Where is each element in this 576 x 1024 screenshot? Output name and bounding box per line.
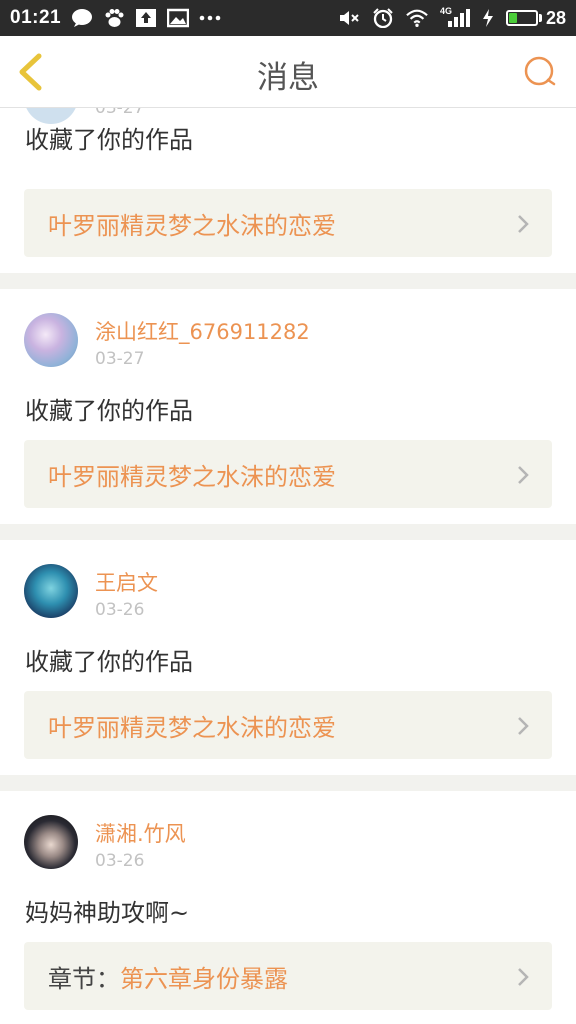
battery-icon: [505, 10, 538, 26]
message-list: 03-27 收藏了你的作品 叶罗丽精灵梦之水沫的恋爱 涂山红红_67691128…: [0, 108, 576, 1024]
message-date: 03-27: [95, 349, 145, 369]
signal-4g-icon: 4G: [439, 6, 470, 28]
charging-icon: [482, 8, 494, 28]
divider: [0, 273, 576, 289]
username[interactable]: 潇湘.竹风: [95, 818, 186, 848]
mute-icon: [338, 8, 360, 28]
work-title: 第六章身份暴露: [120, 964, 288, 993]
image-notification-icon: [167, 8, 190, 28]
upload-notification-icon: [135, 8, 157, 28]
avatar[interactable]: [24, 313, 78, 367]
work-prefix: 章节：: [48, 964, 120, 993]
search-button[interactable]: [522, 54, 558, 90]
alarm-icon: [372, 8, 394, 28]
message-date: 03-26: [95, 851, 145, 871]
divider: [0, 775, 576, 791]
work-link[interactable]: 叶罗丽精灵梦之水沫的恋爱: [24, 691, 552, 759]
work-title: 叶罗丽精灵梦之水沫的恋爱: [48, 462, 336, 491]
message-item: 涂山红红_676911282 03-27 收藏了你的作品 叶罗丽精灵梦之水沫的恋…: [0, 289, 576, 524]
chevron-right-icon: [518, 215, 529, 233]
chevron-right-icon: [518, 968, 529, 986]
work-title: 叶罗丽精灵梦之水沫的恋爱: [48, 713, 336, 742]
status-time: 01:21: [10, 7, 62, 28]
wifi-icon: [406, 8, 428, 28]
username[interactable]: 王启文: [95, 567, 158, 597]
work-title: 叶罗丽精灵梦之水沫的恋爱: [48, 211, 336, 240]
work-link[interactable]: 叶罗丽精灵梦之水沫的恋爱: [24, 440, 552, 508]
message-item: 03-27 收藏了你的作品 叶罗丽精灵梦之水沫的恋爱: [0, 108, 576, 273]
message-text: 妈妈神助攻啊~: [25, 899, 190, 927]
avatar[interactable]: [24, 815, 78, 869]
network-type: 4G: [439, 6, 452, 16]
message-item: 潇湘.竹风 03-26 妈妈神助攻啊~ 章节： 第六章身份暴露: [0, 791, 576, 1024]
username[interactable]: 涂山红红_676911282: [95, 316, 310, 346]
status-bar: 01:21 4G 28: [0, 0, 576, 36]
search-icon: [524, 56, 556, 86]
battery-indicator: 28: [505, 7, 566, 29]
message-text: 收藏了你的作品: [25, 648, 193, 676]
work-link[interactable]: 章节： 第六章身份暴露: [24, 942, 552, 1010]
work-link[interactable]: 叶罗丽精灵梦之水沫的恋爱: [24, 189, 552, 257]
nav-bar: 消息: [0, 36, 576, 108]
paw-notification-icon: [103, 8, 125, 28]
message-text: 收藏了你的作品: [25, 397, 193, 425]
chevron-right-icon: [518, 717, 529, 735]
chevron-right-icon: [518, 466, 529, 484]
more-notifications-icon: [199, 8, 221, 28]
message-text: 收藏了你的作品: [25, 126, 193, 154]
avatar[interactable]: [24, 564, 78, 618]
message-item: 王启文 03-26 收藏了你的作品 叶罗丽精灵梦之水沫的恋爱: [0, 540, 576, 775]
battery-percent: 28: [545, 7, 566, 28]
message-date: 03-27: [95, 108, 145, 118]
divider: [0, 524, 576, 540]
message-date: 03-26: [95, 600, 145, 620]
page-title: 消息: [257, 60, 319, 96]
chat-notification-icon: [71, 8, 93, 28]
